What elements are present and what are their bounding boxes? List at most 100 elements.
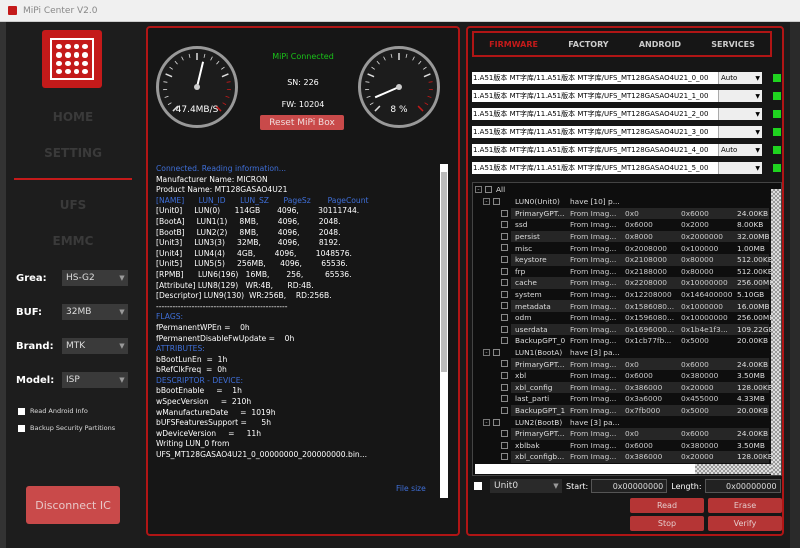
partition-start: 0x2188000 [625, 266, 667, 276]
tree-partition-row[interactable]: last_parti From Imag... 0x3a6000 0x455000 4.… [473, 393, 781, 405]
tree-partition-row[interactable]: frp From Imag... 0x2188000 0x80000 512.00KB [473, 266, 781, 278]
firmware-file-row[interactable]: 1.A51版本 MT字库/11.A51版本 MT字库/UFS_MT128GASA… [472, 126, 762, 138]
nav-home[interactable]: HOME [6, 110, 140, 124]
model-select[interactable]: ISP ▼ [62, 372, 128, 388]
chevron-down-icon: ▼ [755, 74, 760, 82]
sidebar: HOME SETTING UFS EMMC Grea: HS-G2 ▼ BUF: … [6, 22, 140, 548]
tab-services[interactable]: SERVICES [711, 40, 755, 49]
tree-partition-row[interactable]: ssd From Imag... 0x6000 0x2000 8.00KB [473, 219, 781, 231]
gauge-tick [423, 66, 427, 70]
tab-factory[interactable]: FACTORY [568, 40, 608, 49]
tree-partition-row[interactable]: BackupGPT_1 From Imag... 0x7fb000 0x5000 20.… [473, 404, 781, 417]
start-input[interactable]: 0x00000000 [591, 479, 668, 493]
partition-checkbox[interactable] [501, 372, 508, 379]
tree-partition-row[interactable]: odm From Imag... 0x1596080... 0x10000000 256… [473, 312, 781, 324]
partition-checkbox[interactable] [501, 325, 508, 333]
partition-checkbox[interactable] [501, 430, 508, 437]
expand-icon[interactable]: - [483, 349, 490, 357]
lun-select[interactable]: ▼ [718, 108, 762, 120]
firmware-file-row[interactable]: 1.A51版本 MT字库/11.A51版本 MT字库/UFS_MT128GASA… [472, 90, 762, 102]
tab-firmware[interactable]: FIRMWARE [489, 40, 538, 49]
partition-checkbox[interactable] [501, 453, 508, 461]
tree-partition-row[interactable]: cache From Imag... 0x2208000 0x10000000 256.… [473, 277, 781, 289]
tree-partition-row[interactable]: metadata From Imag... 0x1586080... 0x100000… [473, 300, 781, 312]
nav-emmc[interactable]: EMMC [6, 234, 140, 248]
length-input[interactable]: 0x00000000 [704, 479, 781, 493]
partition-checkbox[interactable] [501, 221, 508, 229]
partition-checkbox[interactable] [501, 360, 508, 368]
reset-box-button[interactable]: Reset MiPi Box [260, 115, 344, 130]
firmware-file-row[interactable]: 1.A51版本 MT字库/11.A51版本 MT字库/UFS_MT128GASA… [472, 108, 762, 120]
partition-source: From Imag... [570, 336, 617, 346]
tree-partition-row[interactable]: xbl_configb... From Imag... 0x386000 0x2000… [473, 451, 781, 463]
expand-icon[interactable]: - [483, 418, 490, 426]
tree-lun-row[interactable]: - LUN0(Unit0) have [10] p... [473, 196, 781, 208]
tree-partition-row[interactable]: PrimaryGPT... From Imag... 0x0 0x6000 24.00K… [473, 207, 781, 220]
gear-select[interactable]: HS-G2 ▼ [62, 270, 128, 286]
tree-partition-row[interactable]: persist From Imag... 0x8000 0x2000000 32.00M… [473, 230, 781, 243]
partition-checkbox[interactable] [501, 267, 508, 275]
lun-select[interactable]: Auto ▼ [718, 144, 762, 156]
tree-lun-row[interactable]: - LUN1(BootA) have [3] pa... [473, 347, 781, 359]
tree-partition-row[interactable]: xblbak From Imag... 0x6000 0x380000 3.50MB [473, 440, 781, 452]
lun-select[interactable]: ▼ [718, 162, 762, 174]
lun-name: LUN2(BootB) [515, 417, 563, 427]
tree-partition-row[interactable]: xbl From Imag... 0x6000 0x380000 3.50MB [473, 370, 781, 382]
tree-partition-row[interactable]: PrimaryGPT... From Imag... 0x0 0x6000 24.00K… [473, 358, 781, 370]
partition-checkbox[interactable] [501, 337, 508, 345]
lun-checkbox[interactable] [493, 349, 500, 357]
nav-setting[interactable]: SETTING [6, 146, 140, 160]
tree-hscrollbar[interactable] [475, 464, 771, 474]
log-line: [Descriptor] LUN9(130) WR:256B, RD:256B. [156, 291, 332, 301]
tree-lun-row[interactable]: - LUN2(BootB) have [3] pa... [473, 416, 781, 428]
backup-security-checkbox[interactable]: Backup Security Partitions [18, 424, 115, 432]
firmware-file-row[interactable]: 1.A51版本 MT字库/11.A51版本 MT字库/UFS_MT128GASA… [472, 144, 762, 156]
partition-checkbox[interactable] [501, 395, 508, 403]
tree-partition-row[interactable]: xbl_config From Imag... 0x386000 0x20000 128… [473, 381, 781, 394]
unit-select[interactable]: Unit0 ▼ [490, 479, 562, 493]
lun-select[interactable]: ▼ [718, 126, 762, 138]
partition-checkbox[interactable] [501, 441, 508, 449]
partition-checkbox[interactable] [501, 314, 508, 321]
partition-checkbox[interactable] [501, 209, 508, 217]
chevron-down-icon: ▼ [119, 376, 125, 384]
tree-vscrollbar[interactable] [771, 189, 781, 475]
firmware-file-row[interactable]: 1.A51版本 MT字库/11.A51版本 MT字库/UFS_MT128GASA… [472, 162, 762, 174]
partition-checkbox[interactable] [501, 406, 508, 414]
disconnect-button[interactable]: Disconnect IC [26, 486, 120, 524]
verify-button[interactable]: Verify [708, 516, 782, 531]
tree-partition-row[interactable]: misc From Imag... 0x2008000 0x100000 1.00MB [473, 242, 781, 254]
lun-select[interactable]: Auto ▼ [718, 72, 762, 84]
tree-root-checkbox[interactable] [485, 186, 492, 194]
read-android-info-checkbox[interactable]: Read Android Info [18, 407, 88, 415]
lun-select[interactable]: ▼ [718, 90, 762, 102]
brand-select[interactable]: MTK ▼ [62, 338, 128, 354]
tree-partition-row[interactable]: userdata From Imag... 0x1696000... 0x1b4e1f… [473, 323, 781, 336]
log-scrollbar[interactable] [440, 164, 448, 498]
partition-checkbox[interactable] [501, 302, 508, 310]
buf-select[interactable]: 32MB ▼ [62, 304, 128, 320]
partition-checkbox[interactable] [501, 290, 508, 298]
read-button[interactable]: Read [630, 498, 704, 513]
tree-partition-row[interactable]: keystore From Imag... 0x2108000 0x80000 512.… [473, 254, 781, 266]
partition-checkbox[interactable] [501, 383, 508, 391]
address-bar: Unit0 ▼ Start: 0x00000000 Length: 0x00000… [472, 478, 782, 494]
lun-checkbox[interactable] [493, 198, 500, 206]
expand-icon[interactable]: - [475, 186, 482, 194]
tree-root[interactable]: - All [475, 184, 781, 196]
partition-checkbox[interactable] [501, 232, 508, 240]
partition-checkbox[interactable] [501, 256, 508, 263]
partition-checkbox[interactable] [501, 279, 508, 287]
tree-partition-row[interactable]: BackupGPT_0 From Imag... 0x1cb77fb... 0x500… [473, 335, 781, 347]
stop-button[interactable]: Stop [630, 516, 704, 531]
nav-ufs[interactable]: UFS [6, 198, 140, 212]
erase-button[interactable]: Erase [708, 498, 782, 513]
tab-android[interactable]: ANDROID [639, 40, 681, 49]
lun-checkbox[interactable] [493, 418, 500, 426]
tree-partition-row[interactable]: PrimaryGPT... From Imag... 0x0 0x6000 24.00K… [473, 428, 781, 440]
select-checkbox[interactable] [474, 482, 482, 490]
expand-icon[interactable]: - [483, 198, 490, 206]
tree-partition-row[interactable]: system From Imag... 0x12208000 0x146400000 5… [473, 289, 781, 301]
firmware-file-row[interactable]: 1.A51版本 MT字库/11.A51版本 MT字库/UFS_MT128GASA… [472, 72, 762, 84]
partition-checkbox[interactable] [501, 244, 508, 252]
